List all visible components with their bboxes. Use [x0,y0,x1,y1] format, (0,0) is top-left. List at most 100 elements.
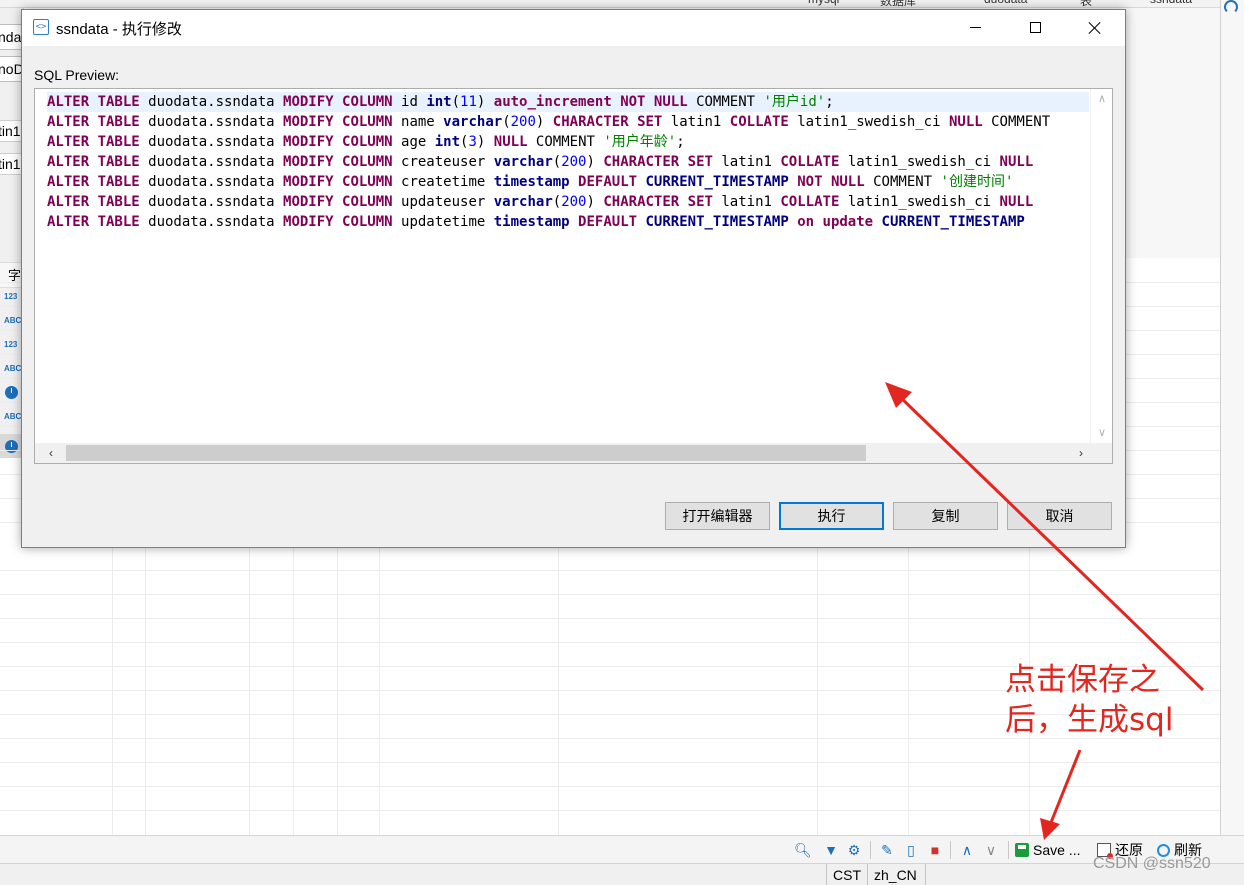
sql-preview-editor[interactable]: ALTER TABLE duodata.ssndata MODIFY COLUM… [34,88,1113,464]
dialog-titlebar[interactable]: <> ssndata - 执行修改 [22,10,1125,46]
scroll-left-icon[interactable]: ‹ [44,446,58,460]
search-icon[interactable]: 🔍︎ [794,842,812,858]
open-editor-button[interactable]: 打开编辑器 [665,502,770,530]
sql-line[interactable]: ALTER TABLE duodata.ssndata MODIFY COLUM… [47,192,1089,212]
sql-token: updatetime [392,214,494,230]
close-icon [1085,18,1105,38]
vertical-scrollbar[interactable]: ∧ ∨ [1090,89,1112,443]
cancel-button[interactable]: 取消 [1007,502,1112,530]
sql-token: 200 [510,114,536,130]
sql-token: ) [476,134,494,150]
bg-tab-ssndata[interactable]: ssndata [1150,0,1192,6]
sql-token: ) [476,94,494,110]
horizontal-scrollbar[interactable]: ‹ › [35,443,1112,463]
sql-token: NOT NULL [797,174,865,190]
sql-code-area[interactable]: ALTER TABLE duodata.ssndata MODIFY COLUM… [47,92,1089,442]
sql-line[interactable]: ALTER TABLE duodata.ssndata MODIFY COLUM… [47,92,1089,112]
sql-token: ALTER TABLE [47,134,140,150]
sql-token: age [392,134,435,150]
sql-token: 11 [460,94,477,110]
add-row-icon[interactable]: ▯ [903,842,919,858]
background-right-strip [1221,0,1244,835]
copy-button[interactable]: 复制 [893,502,998,530]
filter-icon[interactable]: ▼ [823,842,839,858]
save-button-label: Save ... [1033,842,1081,858]
status-locale: zh_CN [867,864,923,885]
horizontal-scroll-thumb[interactable] [66,445,866,461]
sql-line[interactable]: ALTER TABLE duodata.ssndata MODIFY COLUM… [47,172,1089,192]
gear-icon[interactable]: ⚙ [846,842,862,858]
bg-tab-table[interactable]: 表 [1080,0,1092,9]
sql-token: on update [797,214,874,230]
sql-token: MODIFY COLUMN [283,194,393,210]
sql-token: duodata.ssndata [139,174,284,190]
sql-line[interactable]: ALTER TABLE duodata.ssndata MODIFY COLUM… [47,212,1089,232]
execute-button[interactable]: 执行 [779,502,884,530]
sql-token: ) [586,194,604,210]
bg-tab-duodata[interactable]: duodata [984,0,1027,6]
background-top-bar: mysql 数据库 duodata 表 ssndata [0,0,1244,8]
sql-token: COMMENT [527,134,604,150]
edit-icon[interactable]: ✎ [879,842,895,858]
results-toolbar: 🔍︎ ▼ ⚙ ✎ ▯ ■ ∧ ∨ Save ... 还原 刷新 [0,835,1244,863]
chevron-down-icon[interactable]: ∨ [983,842,999,858]
sql-token: int [426,94,452,110]
sql-token: latin1 [662,114,730,130]
sql-token: ( [552,194,562,210]
sql-token: MODIFY COLUMN [283,94,393,110]
sql-token: COMMENT [687,94,764,110]
watermark: CSDN @ssn520 [1093,855,1211,872]
sql-token: ; [676,134,685,150]
sql-token: createuser [392,154,494,170]
sql-token: ( [451,94,461,110]
sql-token: NULL [999,154,1034,170]
sql-token: COMMENT [864,174,941,190]
minimize-button[interactable] [947,10,1005,46]
sql-token: latin1 [712,154,781,170]
delete-icon[interactable]: ■ [927,842,943,858]
bg-tab-database[interactable]: 数据库 [880,0,916,9]
chevron-up-icon[interactable]: ∧ [959,842,975,858]
sql-line[interactable]: ALTER TABLE duodata.ssndata MODIFY COLUM… [47,112,1089,132]
sql-token: DEFAULT [578,174,638,190]
sql-line[interactable]: ALTER TABLE duodata.ssndata MODIFY COLUM… [47,132,1089,152]
sql-token: ALTER TABLE [47,194,140,210]
scroll-up-icon[interactable]: ∧ [1096,93,1108,105]
sql-token: duodata.ssndata [139,154,284,170]
sql-token: CHARACTER SET [552,114,663,130]
sql-token: COLLATE [780,194,840,210]
sql-token: int [434,134,461,150]
sql-token: varchar [443,114,503,130]
sql-token: varchar [493,154,553,170]
sql-token: CURRENT_TIMESTAMP [645,174,789,190]
sql-token: 200 [561,154,587,170]
sql-token: MODIFY COLUMN [283,114,393,130]
sql-token: createtime [392,174,494,190]
sql-token: ALTER TABLE [47,174,140,190]
bg-tab-mysql[interactable]: mysql [808,0,839,6]
sql-token: CURRENT_TIMESTAMP [645,214,789,230]
sql-token: NULL [999,194,1034,210]
sql-token: latin1_swedish_ci [839,154,1000,170]
sql-token: timestamp [493,214,570,230]
scroll-down-icon[interactable]: ∨ [1096,427,1108,439]
sql-token: ALTER TABLE [47,94,140,110]
panel-divider [1220,0,1221,835]
sql-token: '创建时间' [940,174,1014,190]
sql-token: DEFAULT [578,214,638,230]
sql-token: id [392,94,427,110]
save-button[interactable]: Save ... [1015,840,1080,860]
maximize-button[interactable] [1007,10,1065,46]
scroll-right-icon[interactable]: › [1074,446,1088,460]
sql-token: ) [535,114,553,130]
sql-line[interactable]: ALTER TABLE duodata.ssndata MODIFY COLUM… [47,152,1089,172]
sql-token: ; [825,94,834,110]
sql-token: duodata.ssndata [139,94,284,110]
gauge-icon[interactable] [1224,0,1238,14]
close-button[interactable] [1067,10,1125,46]
